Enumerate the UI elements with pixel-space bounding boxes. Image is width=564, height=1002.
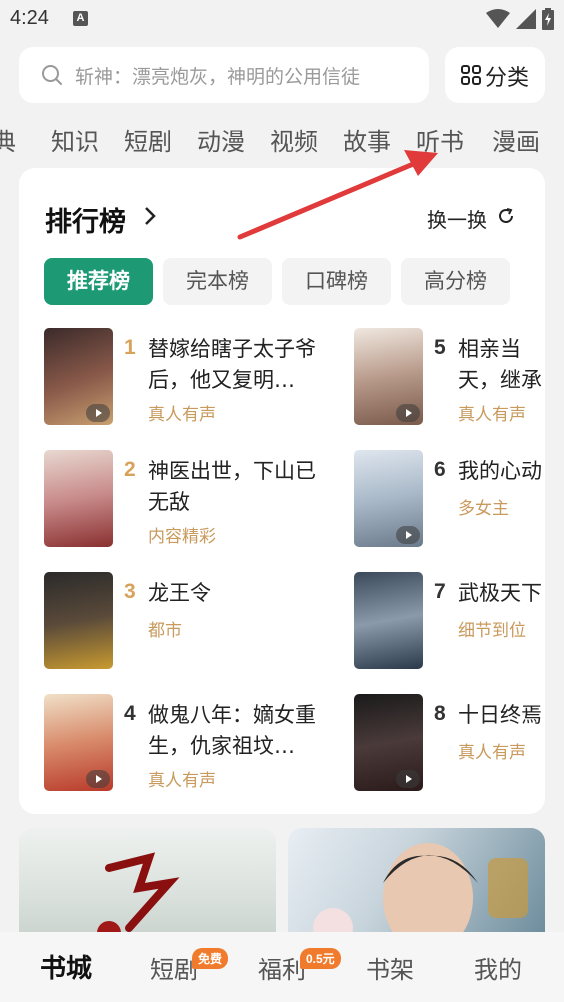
nav-rewards[interactable]: 福利 [258,950,306,985]
reward-badge: 0.5元 [300,948,341,969]
free-badge: 免费 [192,948,229,969]
banner-art [97,852,180,945]
banner-left[interactable] [19,828,276,948]
bottom-nav: 书城 短剧 免费 福利 0.5元 书架 我的 [0,932,564,1002]
banner-art [313,843,528,948]
nav-short-drama[interactable]: 短剧 [150,950,198,985]
banner-right[interactable] [288,828,545,948]
nav-bookstore[interactable]: 书城 [40,948,92,985]
nav-bookshelf[interactable]: 书架 [366,950,414,985]
nav-profile[interactable]: 我的 [474,950,522,985]
